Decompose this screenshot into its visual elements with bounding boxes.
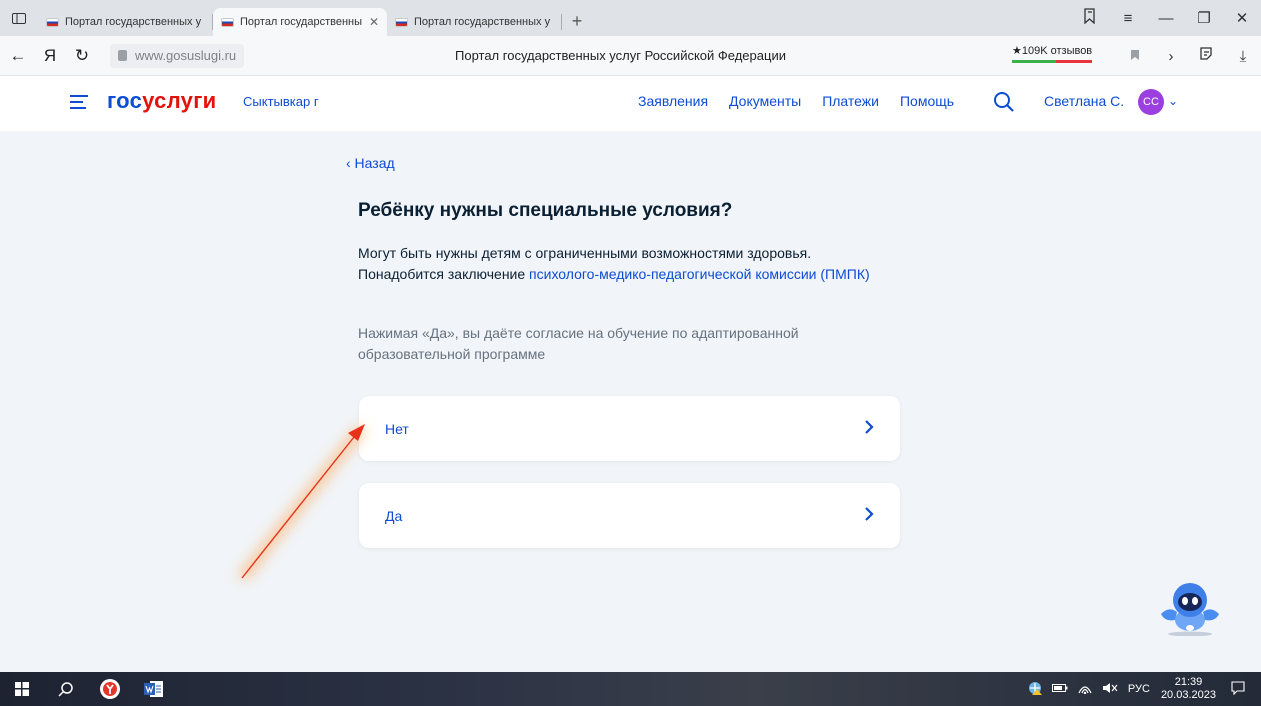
address-bar-actions: › ⤓ <box>1117 36 1261 76</box>
logo-part-1: гос <box>107 88 143 113</box>
pmpk-link[interactable]: психолого-медико-педагогической комиссии… <box>529 266 870 282</box>
logo-part-2: услуги <box>142 88 217 113</box>
reload-icon[interactable]: ↻ <box>68 46 96 66</box>
option-no-button[interactable]: Нет <box>359 396 900 461</box>
back-link[interactable]: ‹ Назад <box>346 155 395 171</box>
option-label: Нет <box>385 420 409 437</box>
site-header: госуслуги Сыктывкар г Заявления Документ… <box>0 76 1261 131</box>
new-tab-button[interactable]: + <box>562 11 592 32</box>
battery-icon[interactable] <box>1051 683 1068 696</box>
lock-icon <box>118 50 127 61</box>
browser-tab-bar: Портал государственных у Портал государс… <box>0 0 1261 36</box>
chevron-right-icon <box>864 507 874 524</box>
bookmark-panel-icon[interactable] <box>1071 8 1109 28</box>
notification-icon[interactable] <box>1231 680 1245 698</box>
user-name[interactable]: Светлана С. <box>1044 93 1124 109</box>
chevron-right-icon <box>864 420 874 437</box>
back-arrow-icon[interactable]: ← <box>4 46 32 66</box>
top-nav: Заявления Документы Платежи Помощь <box>638 93 975 109</box>
bookmark-icon[interactable] <box>1117 48 1153 65</box>
clock-time: 21:39 <box>1174 676 1203 688</box>
os-taskbar: РУС 21:39 20.03.2023 <box>0 672 1261 706</box>
tab-title: Портал государственных у <box>414 16 551 28</box>
russia-flag-icon <box>395 17 408 27</box>
robot-assistant-icon[interactable] <box>1153 576 1227 637</box>
clock-date: 20.03.2023 <box>1160 689 1216 701</box>
nav-help[interactable]: Помощь <box>900 93 954 109</box>
wifi-icon[interactable] <box>1078 682 1092 697</box>
city-selector[interactable]: Сыктывкар г <box>243 94 319 109</box>
close-tab-icon[interactable]: ✕ <box>369 15 379 29</box>
system-tray: РУС 21:39 20.03.2023 <box>1023 672 1261 706</box>
url-text: www.gosuslugi.ru <box>135 48 237 63</box>
restore-icon[interactable]: ❐ <box>1185 9 1223 27</box>
word-app-icon[interactable] <box>132 672 176 706</box>
close-window-icon[interactable]: ✕ <box>1223 9 1261 27</box>
windows-start-icon[interactable] <box>0 672 44 706</box>
tab-title: Портал государственных у <box>65 16 202 28</box>
search-icon[interactable] <box>993 91 1015 113</box>
search-taskbar-icon[interactable] <box>44 672 88 706</box>
russia-flag-icon <box>46 17 59 27</box>
tab-title: Портал государственны <box>240 16 363 28</box>
browser-tab-2-active[interactable]: Портал государственны ✕ <box>213 8 387 36</box>
protect-icon[interactable] <box>1189 45 1225 67</box>
address-bar: ← Я ↻ www.gosuslugi.ru Портал государств… <box>0 36 1261 76</box>
gosuslugi-logo[interactable]: госуслуги <box>107 88 217 114</box>
language-indicator[interactable]: РУС <box>1128 683 1150 695</box>
nav-payments[interactable]: Платежи <box>822 93 879 109</box>
nav-documents[interactable]: Документы <box>729 93 801 109</box>
window-controls: ≡ — ❐ ✕ <box>1071 0 1261 36</box>
browser-tab-3[interactable]: Портал государственных у <box>387 8 561 36</box>
yandex-browser-icon[interactable] <box>88 672 132 706</box>
url-field[interactable]: www.gosuslugi.ru <box>110 43 245 68</box>
russia-flag-icon <box>221 17 234 27</box>
consent-note: Нажимая «Да», вы даёте согласие на обуче… <box>358 325 799 362</box>
reviews-badge[interactable]: ★109K отзывов <box>1012 44 1093 63</box>
minimize-icon[interactable]: — <box>1147 10 1185 27</box>
menu-icon[interactable]: ≡ <box>1109 10 1147 27</box>
avatar[interactable]: СС <box>1138 89 1164 115</box>
option-label: Да <box>385 507 403 524</box>
yandex-logo-icon[interactable]: Я <box>36 46 64 66</box>
taskbar-clock[interactable]: 21:39 20.03.2023 <box>1161 676 1216 702</box>
page-title: Ребёнку нужны специальные условия? <box>358 200 733 221</box>
chevron-down-icon[interactable]: ⌄ <box>1168 94 1178 108</box>
defender-warning-icon[interactable] <box>1028 681 1042 698</box>
menu-burger-icon[interactable] <box>70 95 88 109</box>
volume-muted-icon[interactable] <box>1102 682 1118 697</box>
page-title-bar: Портал государственных услуг Российской … <box>455 48 786 63</box>
option-yes-button[interactable]: Да <box>359 483 900 548</box>
arrow-divider-icon: › <box>1168 47 1174 65</box>
description: Могут быть нужны детям с ограниченными в… <box>358 243 878 285</box>
sidebar-toggle-icon[interactable] <box>0 0 38 36</box>
download-icon[interactable]: ⤓ <box>1225 48 1261 65</box>
nav-applications[interactable]: Заявления <box>638 93 708 109</box>
browser-tab-1[interactable]: Портал государственных у <box>38 8 212 36</box>
